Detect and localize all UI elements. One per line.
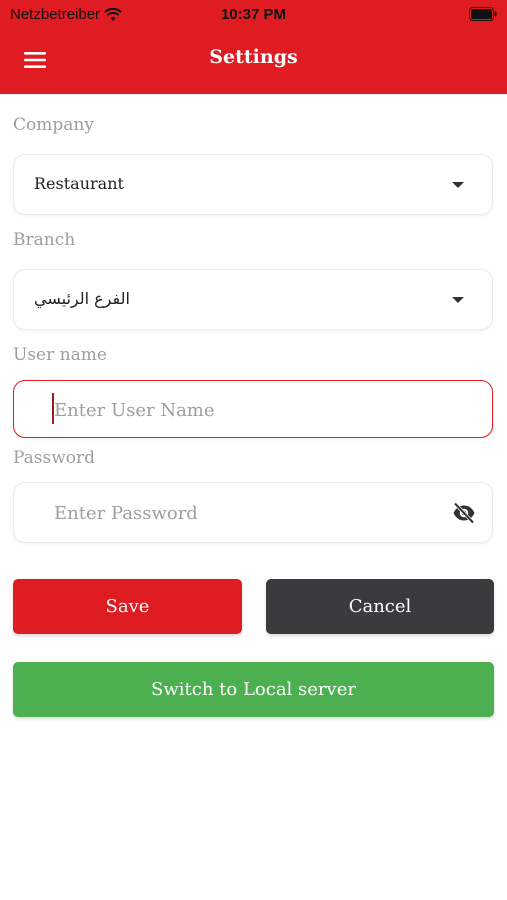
page-title: Settings (209, 46, 298, 68)
eye-off-icon[interactable] (452, 502, 476, 524)
username-field-box (13, 380, 493, 439)
branch-value: الفرع الرئيسي (34, 289, 130, 308)
cancel-button[interactable]: Cancel (266, 579, 494, 634)
company-select[interactable]: Restaurant (13, 154, 493, 215)
branch-label: Branch (13, 230, 76, 250)
nav-bar: Settings (0, 30, 507, 94)
chevron-down-icon (452, 182, 464, 188)
chevron-down-icon (452, 297, 464, 303)
password-input[interactable] (52, 483, 436, 544)
password-field-box (13, 482, 493, 544)
switch-local-server-button[interactable]: Switch to Local server (13, 662, 494, 717)
app-bar: Netzbetreiber 10:37 PM Settings (0, 0, 507, 94)
username-input[interactable] (52, 381, 446, 439)
company-value: Restaurant (34, 174, 124, 193)
battery-icon (469, 7, 497, 21)
password-label: Password (13, 448, 96, 468)
branch-select[interactable]: الفرع الرئيسي (13, 269, 493, 330)
save-button[interactable]: Save (13, 579, 242, 634)
company-label: Company (13, 115, 94, 135)
username-label: User name (13, 345, 107, 365)
status-bar: Netzbetreiber 10:37 PM (0, 0, 507, 30)
status-time: 10:37 PM (220, 6, 287, 23)
